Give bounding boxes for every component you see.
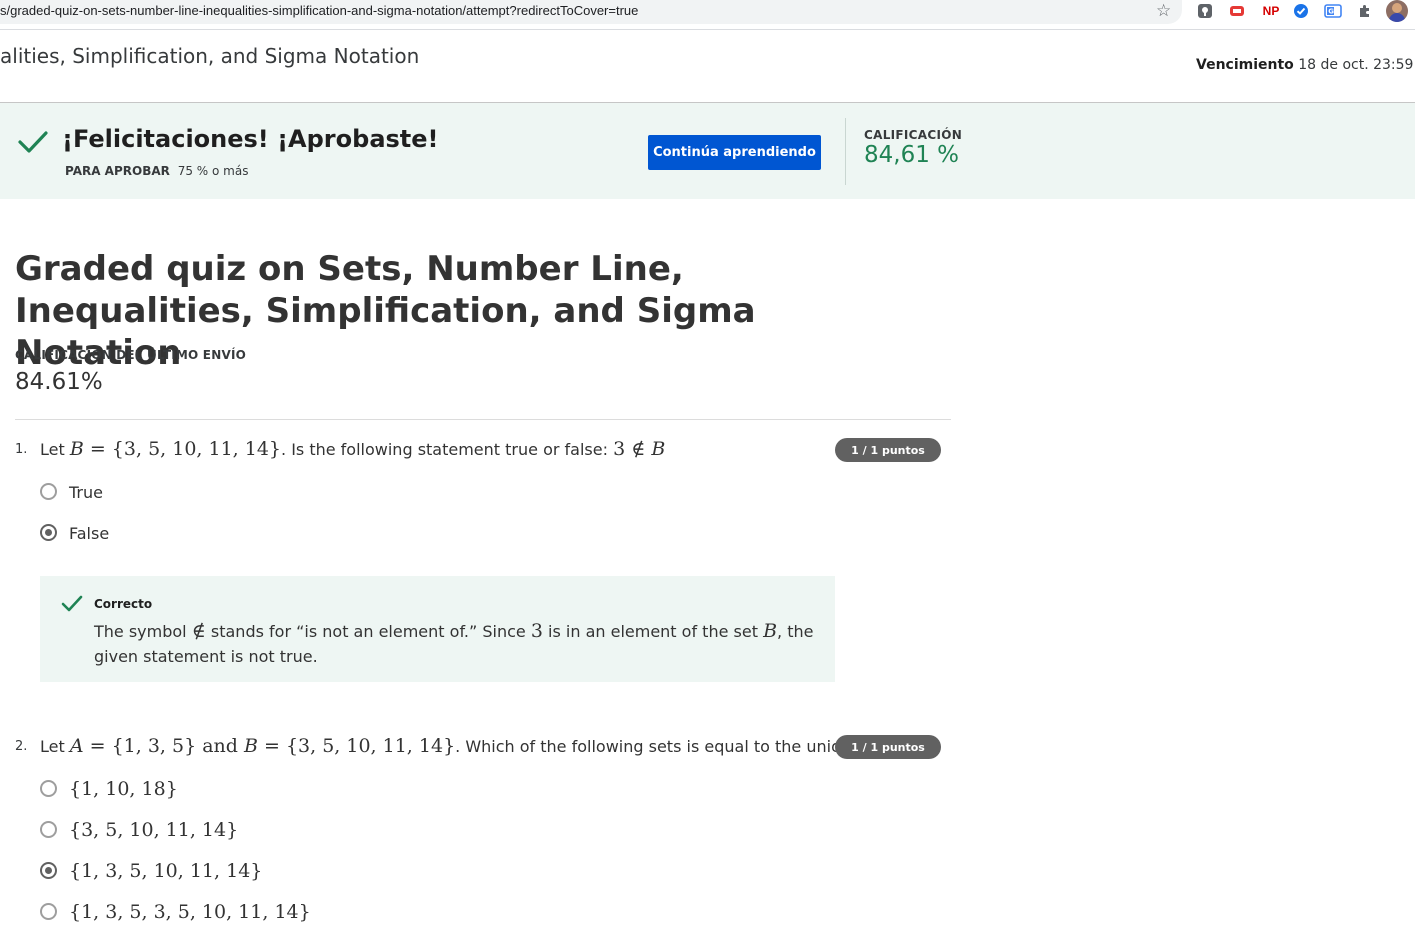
question-text-part: . Which of the following sets is equal t… [455, 737, 851, 756]
translate-extension-icon[interactable]: G [1324, 2, 1342, 20]
option-label[interactable]: {1, 3, 5, 10, 11, 14} [69, 860, 262, 882]
pass-value: 75 % o más [177, 164, 249, 178]
math-var: A [69, 735, 84, 757]
radio-option[interactable] [40, 903, 57, 920]
option-label[interactable]: {1, 10, 18} [69, 778, 178, 800]
feedback-text: The symbol ∉ stands for “is not an eleme… [94, 619, 814, 669]
address-bar-url[interactable]: s/graded-quiz-on-sets-number-line-inequa… [0, 3, 638, 18]
svg-text:G: G [1328, 8, 1334, 16]
blue-check-extension-icon[interactable] [1292, 2, 1310, 20]
question-text: Let A = {1, 3, 5} and B = {3, 5, 10, 11,… [40, 735, 920, 757]
option-label[interactable]: {3, 5, 10, 11, 14} [69, 819, 238, 841]
option-label[interactable]: {1, 3, 5, 3, 5, 10, 11, 14} [69, 901, 311, 923]
grade-label: CALIFICACIÓN [864, 128, 963, 142]
bookmark-star-icon[interactable]: ☆ [1156, 1, 1171, 21]
option-label[interactable]: True [69, 483, 103, 502]
option-label[interactable]: False [69, 524, 109, 543]
question-text-part: . Is the following statement true or fal… [281, 440, 608, 459]
pass-label: PARA APROBAR [65, 164, 170, 178]
points-badge: 1 / 1 puntos [835, 438, 941, 462]
feedback-part: stands for “is not an element of.” Since [210, 622, 526, 641]
math-symbol: ∉ [191, 620, 206, 642]
math-statement: 3 ∉ [613, 438, 652, 460]
feedback-part: The symbol [94, 622, 187, 641]
math-set: = {3, 5, 10, 11, 14} [83, 438, 282, 460]
check-icon [18, 130, 48, 158]
password-manager-icon[interactable] [1196, 2, 1214, 20]
math-var: B [763, 620, 778, 642]
radio-option-selected[interactable] [40, 862, 57, 879]
question-text-part: Let [40, 737, 65, 756]
radio-option-selected[interactable] [40, 524, 57, 541]
radio-option[interactable] [40, 821, 57, 838]
due-date: Vencimiento 18 de oct. 23:59 PDT [1196, 57, 1415, 73]
question-text-part: Let [40, 440, 65, 459]
grade-value: 84,61 % [864, 142, 960, 168]
question-text: Let B = {3, 5, 10, 11, 14}. Is the follo… [40, 438, 665, 460]
points-badge: 1 / 1 puntos [835, 735, 941, 759]
continue-learning-button[interactable]: Continúa aprendiendo [648, 135, 821, 170]
last-grade-label: CALIFICACIÓN DEL ÚLTIMO ENVÍO [15, 348, 247, 362]
puzzle-extensions-icon[interactable] [1356, 2, 1374, 20]
pass-requirement: PARA APROBAR 75 % o más [65, 164, 248, 178]
section-divider [15, 419, 951, 420]
math-var: B [69, 438, 84, 460]
math-set: = {3, 5, 10, 11, 14} [257, 735, 456, 757]
red-extension-icon[interactable] [1228, 2, 1246, 20]
due-label: Vencimiento [1196, 57, 1294, 73]
math-var: B [651, 438, 666, 460]
math-var: B [243, 735, 258, 757]
feedback-part: is in an element of the set [548, 622, 758, 641]
math-number: 3 [530, 620, 543, 642]
question-number: 2. [15, 739, 28, 754]
course-item-title: alities, Simplification, and Sigma Notat… [0, 44, 420, 68]
result-title: ¡Felicitaciones! ¡Aprobaste! [62, 125, 439, 153]
last-grade-value: 84.61% [15, 369, 103, 395]
profile-avatar[interactable] [1386, 0, 1408, 22]
question-number: 1. [15, 442, 28, 457]
math-set: = {1, 3, 5} and [83, 735, 244, 757]
np-extension-icon[interactable]: NP [1260, 2, 1282, 20]
feedback-label: Correcto [94, 597, 153, 611]
banner-divider [845, 118, 846, 185]
radio-option[interactable] [40, 483, 57, 500]
radio-option[interactable] [40, 780, 57, 797]
due-value: 18 de oct. 23:59 PDT [1298, 57, 1415, 73]
correct-check-icon [61, 595, 83, 617]
